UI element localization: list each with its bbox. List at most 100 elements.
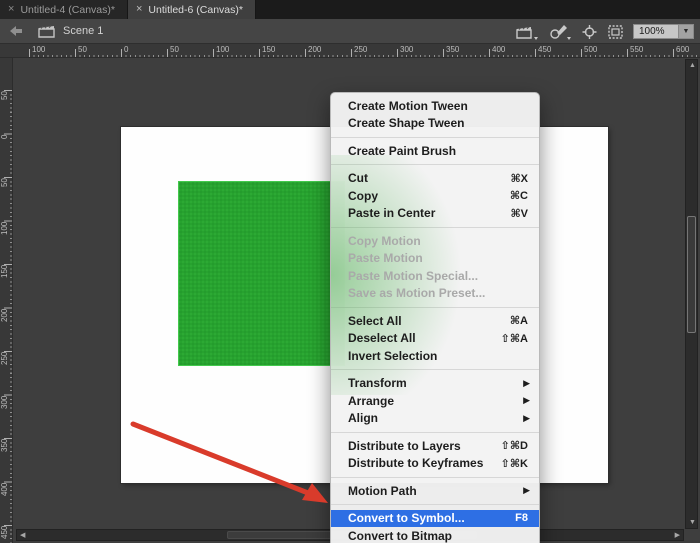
menu-item-label: Distribute to Keyframes [348, 456, 501, 470]
edit-symbols-icon[interactable] [548, 24, 572, 40]
menu-separator [331, 164, 539, 165]
ruler-tick-label: 0 [124, 45, 128, 54]
menu-item-label: Arrange [348, 394, 523, 408]
ruler-tick-label: 600 [676, 45, 689, 54]
ruler-tick-label: 450 [0, 526, 10, 543]
menu-item-invert-selection[interactable]: Invert Selection [331, 347, 539, 365]
menu-item-save-as-motion-preset: Save as Motion Preset... [331, 285, 539, 303]
ruler-tick-label: 50 [0, 178, 10, 212]
menu-item-distribute-to-keyframes[interactable]: Distribute to Keyframes⇧⌘K [331, 455, 539, 473]
close-icon[interactable]: × [8, 4, 14, 15]
menu-separator [331, 369, 539, 370]
menu-item-align[interactable]: Align▶ [331, 410, 539, 428]
menu-item-shortcut: ⌘X [510, 172, 528, 185]
menu-separator [331, 477, 539, 478]
ruler-tick-label: 250 [0, 352, 10, 386]
menu-item-shortcut: ⇧⌘D [501, 439, 528, 452]
ruler-tick-label: 100 [0, 222, 10, 256]
ruler-tick-label: 450 [538, 45, 551, 54]
vertical-scroll-thumb[interactable] [687, 216, 696, 333]
menu-item-paste-motion-special: Paste Motion Special... [331, 267, 539, 285]
edit-scene-icon[interactable] [515, 24, 539, 40]
ruler-tick-label: 400 [0, 483, 10, 517]
scene-breadcrumb[interactable]: Scene 1 [63, 25, 103, 37]
menu-item-convert-to-symbol[interactable]: Convert to Symbol...F8 [331, 510, 539, 528]
submenu-arrow-icon: ▶ [523, 395, 530, 406]
menu-separator [331, 504, 539, 505]
edit-bar: Scene 1 [0, 19, 700, 44]
ruler-tick-label: 50 [78, 45, 87, 54]
zoom-dropdown[interactable]: 100% ▼ [633, 24, 694, 39]
ruler-tick-label: 250 [354, 45, 367, 54]
ruler-tick-label: 100 [32, 45, 45, 54]
chevron-down-icon[interactable]: ▼ [679, 24, 694, 39]
menu-item-label: Distribute to Layers [348, 439, 501, 453]
menu-item-distribute-to-layers[interactable]: Distribute to Layers⇧⌘D [331, 437, 539, 455]
horizontal-ruler: 1005005010015020025030035040045050055060… [0, 44, 700, 58]
menu-separator [331, 137, 539, 138]
menu-item-paste-in-center[interactable]: Paste in Center⌘V [331, 205, 539, 223]
menu-item-copy[interactable]: Copy⌘C [331, 187, 539, 205]
menu-item-label: Paste in Center [348, 206, 510, 220]
ruler-tick-label: 350 [0, 439, 10, 473]
scroll-left-icon[interactable]: ◀ [20, 532, 25, 539]
menu-item-cut[interactable]: Cut⌘X [331, 170, 539, 188]
zoom-level-value[interactable]: 100% [633, 24, 679, 39]
close-icon[interactable]: × [136, 4, 142, 15]
ruler-tick-label: 150 [262, 45, 275, 54]
menu-item-arrange[interactable]: Arrange▶ [331, 392, 539, 410]
ruler-tick-label: 350 [446, 45, 459, 54]
menu-item-shortcut: ⌘C [510, 189, 528, 202]
menu-item-label: Align [348, 411, 523, 425]
menu-item-deselect-all[interactable]: Deselect All⇧⌘A [331, 330, 539, 348]
menu-item-label: Invert Selection [348, 349, 528, 363]
center-stage-icon[interactable] [581, 24, 598, 40]
scroll-right-icon[interactable]: ▶ [675, 532, 680, 539]
vertical-scrollbar[interactable]: ▲ ▼ [685, 59, 698, 529]
ruler-tick-label: 200 [308, 45, 321, 54]
animate-window: × Untitled-4 (Canvas)* × Untitled-6 (Can… [0, 0, 700, 543]
menu-item-shortcut: ⌘A [510, 314, 528, 327]
menu-item-label: Transform [348, 376, 523, 390]
menu-item-label: Motion Path [348, 484, 523, 498]
menu-item-label: Copy Motion [348, 234, 528, 248]
menu-item-label: Convert to Bitmap [348, 529, 528, 543]
ruler-tick-label: 150 [0, 265, 10, 299]
clip-content-icon[interactable] [607, 24, 624, 40]
document-tab-untitled-4[interactable]: × Untitled-4 (Canvas)* [0, 0, 128, 19]
ruler-tick-label: 200 [0, 309, 10, 343]
submenu-arrow-icon: ▶ [523, 485, 530, 496]
tab-label: Untitled-4 (Canvas)* [20, 4, 115, 16]
menu-item-label: Deselect All [348, 331, 501, 345]
menu-item-label: Create Paint Brush [348, 144, 528, 158]
menu-item-label: Create Shape Tween [348, 116, 528, 130]
ruler-tick-label: 300 [0, 396, 10, 430]
menu-separator [331, 432, 539, 433]
ruler-tick-label: 300 [400, 45, 413, 54]
menu-item-label: Convert to Symbol... [348, 511, 515, 525]
menu-item-copy-motion: Copy Motion [331, 232, 539, 250]
ruler-tick-label: 550 [630, 45, 643, 54]
ruler-tick-label: 500 [584, 45, 597, 54]
scroll-up-icon[interactable]: ▲ [689, 62, 696, 69]
vertical-ruler: 50050100150200250300350400450 [0, 58, 13, 543]
menu-item-motion-path[interactable]: Motion Path▶ [331, 482, 539, 500]
ruler-tick-label: 0 [0, 135, 10, 169]
menu-item-label: Paste Motion Special... [348, 269, 528, 283]
scroll-down-icon[interactable]: ▼ [689, 519, 696, 526]
back-arrow-icon[interactable] [8, 24, 24, 38]
menu-item-label: Copy [348, 189, 510, 203]
menu-item-transform[interactable]: Transform▶ [331, 375, 539, 393]
scene-clapperboard-icon [38, 24, 55, 38]
menu-item-convert-to-bitmap[interactable]: Convert to Bitmap [331, 527, 539, 543]
menu-item-paste-motion: Paste Motion [331, 250, 539, 268]
menu-item-select-all[interactable]: Select All⌘A [331, 312, 539, 330]
menu-item-create-paint-brush[interactable]: Create Paint Brush [331, 142, 539, 160]
menu-item-create-motion-tween[interactable]: Create Motion Tween [331, 97, 539, 115]
menu-item-shortcut: ⌘V [510, 207, 528, 220]
ruler-tick-label: 50 [170, 45, 179, 54]
document-tab-untitled-6[interactable]: × Untitled-6 (Canvas)* [128, 0, 256, 19]
selected-green-rectangle[interactable] [179, 182, 344, 365]
menu-item-create-shape-tween[interactable]: Create Shape Tween [331, 115, 539, 133]
menu-separator [331, 307, 539, 308]
